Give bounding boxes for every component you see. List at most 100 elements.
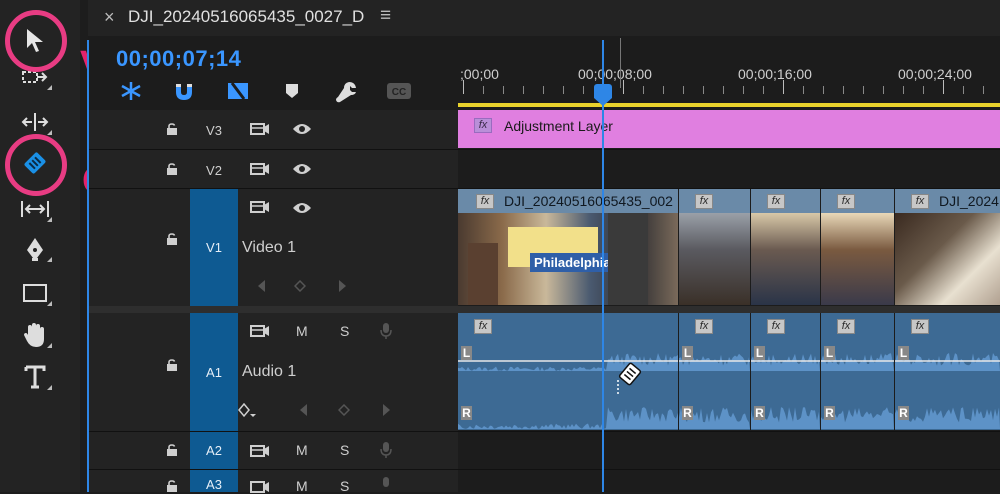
- previous-keyframe-icon[interactable]: [298, 403, 308, 417]
- sequence-tab-title[interactable]: DJI_20240516065435_0027_D: [128, 7, 364, 27]
- video-clip-3[interactable]: fx: [751, 189, 820, 305]
- track-name-video-1[interactable]: Video 1: [242, 239, 296, 257]
- ruler-tick: [863, 86, 864, 94]
- video-clip-4[interactable]: fx: [821, 189, 894, 305]
- left-channel-label: L: [824, 346, 835, 360]
- lock-icon[interactable]: [166, 480, 178, 492]
- marker-icon: [286, 84, 298, 98]
- fx-badge: fx: [474, 118, 492, 133]
- eye-icon[interactable]: [292, 163, 312, 175]
- track-label-a1[interactable]: A1: [190, 313, 238, 431]
- audio-clip-4[interactable]: fx L R: [821, 313, 894, 430]
- linked-selection-button[interactable]: [226, 80, 252, 107]
- video-audio-divider[interactable]: [88, 306, 1000, 313]
- close-tab-button[interactable]: ×: [104, 7, 115, 28]
- add-marker-button[interactable]: [284, 82, 300, 105]
- previous-keyframe-icon[interactable]: [256, 279, 266, 293]
- track-label-v1[interactable]: V1: [190, 189, 238, 306]
- snap-button[interactable]: [172, 80, 196, 107]
- eye-icon[interactable]: [292, 123, 312, 135]
- fx-badge: fx: [911, 194, 929, 209]
- work-area-bar[interactable]: [458, 103, 1000, 107]
- playhead-line[interactable]: [602, 40, 604, 492]
- type-tool[interactable]: [14, 360, 56, 394]
- ruler-tick: [663, 86, 664, 94]
- audio-clip-5[interactable]: fx L R: [895, 313, 1000, 430]
- sync-lock-icon[interactable]: [250, 122, 270, 136]
- nest-toggle-button[interactable]: [118, 80, 144, 107]
- sync-lock-icon[interactable]: [250, 444, 270, 458]
- track-label-v3[interactable]: V3: [190, 116, 238, 144]
- add-keyframe-icon[interactable]: [338, 404, 350, 416]
- lock-icon[interactable]: [166, 123, 178, 135]
- playhead-handle[interactable]: [594, 84, 612, 98]
- fx-badge: fx: [911, 319, 929, 334]
- video-clip-1[interactable]: Philadelphia fx DJI_20240516065435_002: [458, 189, 678, 305]
- slip-tool[interactable]: [14, 192, 56, 226]
- next-keyframe-icon[interactable]: [338, 279, 348, 293]
- lock-icon[interactable]: [166, 233, 178, 245]
- adjustment-layer-clip[interactable]: fx Adjustment Layer: [458, 110, 1000, 148]
- video-clip-5[interactable]: fx DJI_2024: [895, 189, 1000, 305]
- fx-badge: fx: [767, 194, 785, 209]
- mute-button[interactable]: M: [296, 323, 308, 339]
- ruler-label-16s: 00;00;16;00: [738, 66, 812, 82]
- lock-icon[interactable]: [166, 444, 178, 456]
- microphone-icon[interactable]: [380, 441, 392, 459]
- pen-tool[interactable]: [14, 232, 56, 266]
- audio-clip-3[interactable]: fx L R: [751, 313, 820, 430]
- solo-button[interactable]: S: [340, 323, 349, 339]
- sync-lock-icon[interactable]: [250, 324, 270, 338]
- lock-icon[interactable]: [166, 359, 178, 371]
- ruler-label-0: ;00;00: [460, 66, 499, 82]
- audio-clip-1[interactable]: fx L R: [458, 313, 678, 430]
- track-label-a3[interactable]: A3: [190, 470, 238, 492]
- left-channel-label: L: [461, 346, 472, 360]
- mute-button[interactable]: M: [296, 442, 308, 458]
- video-thumbnail: [895, 213, 1000, 305]
- track-label-v2[interactable]: V2: [190, 156, 238, 184]
- right-channel-label: R: [461, 406, 472, 420]
- razor-cursor-icon: [617, 362, 642, 394]
- ruler-tick: [843, 86, 844, 94]
- lane-separator: [458, 149, 1000, 150]
- fx-badge: fx: [695, 319, 713, 334]
- timeline-left-edge: [87, 40, 89, 492]
- eye-icon[interactable]: [292, 202, 312, 214]
- track-name-audio-1[interactable]: Audio 1: [242, 363, 296, 381]
- closed-captions-icon: CC: [387, 83, 411, 99]
- ruler-tick: [683, 86, 684, 94]
- sync-lock-icon[interactable]: [250, 200, 270, 214]
- hand-tool[interactable]: [14, 318, 56, 352]
- sync-lock-icon[interactable]: [250, 162, 270, 176]
- ruler-tick: [523, 86, 524, 94]
- audio-clip-2[interactable]: fx L R: [679, 313, 750, 430]
- hand-icon: [24, 323, 44, 347]
- tab-menu-button[interactable]: ≡: [380, 5, 391, 27]
- rectangle-tool[interactable]: [14, 276, 56, 310]
- ruler-tick: [623, 80, 624, 94]
- captions-button[interactable]: CC: [386, 82, 412, 105]
- microphone-icon[interactable]: [380, 476, 392, 494]
- next-keyframe-icon[interactable]: [382, 403, 392, 417]
- volume-keyframe-dropdown-icon[interactable]: [238, 403, 256, 419]
- type-icon: [24, 365, 46, 389]
- ruler-tick: [783, 80, 784, 94]
- ruler-tick: [463, 80, 464, 94]
- add-keyframe-icon[interactable]: [294, 280, 306, 292]
- video-clip-2[interactable]: fx: [679, 189, 750, 305]
- nest-icon: [121, 82, 141, 100]
- ruler-tick: [543, 86, 544, 94]
- right-channel-label: R: [898, 406, 909, 420]
- left-channel-label: L: [754, 346, 765, 360]
- timeline-settings-button[interactable]: [334, 80, 358, 109]
- playhead-timecode[interactable]: 00;00;07;14: [116, 46, 241, 72]
- video-thumbnail: [821, 213, 894, 305]
- lock-icon[interactable]: [166, 163, 178, 175]
- solo-button[interactable]: S: [340, 442, 349, 458]
- track-label-a2[interactable]: A2: [190, 432, 238, 469]
- ruler-tick: [963, 86, 964, 94]
- razor-cursor: [614, 362, 644, 401]
- microphone-icon[interactable]: [380, 322, 392, 340]
- video-thumbnail: Philadelphia: [458, 213, 678, 305]
